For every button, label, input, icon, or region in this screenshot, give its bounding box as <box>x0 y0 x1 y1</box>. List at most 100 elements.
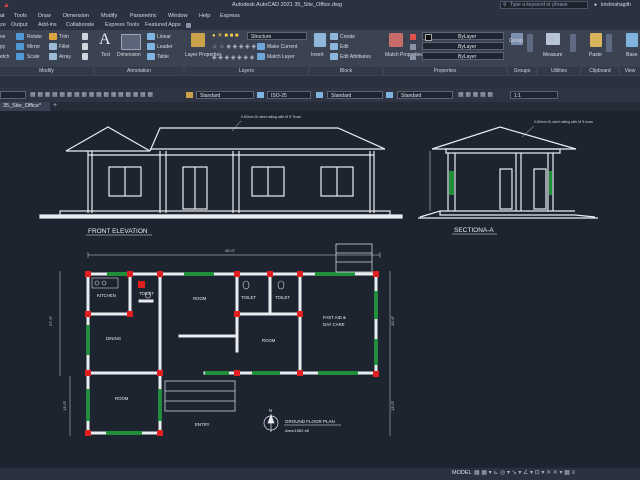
color-dropdown[interactable]: ByLayer <box>422 32 504 41</box>
dimension-icon[interactable] <box>121 34 141 50</box>
groups-panel-title[interactable]: Groups <box>508 67 536 75</box>
rotate-button[interactable]: Rotate <box>27 34 42 40</box>
dimension-button[interactable]: Dimension <box>117 52 141 58</box>
view-panel-title[interactable]: View <box>620 67 640 75</box>
layers-panel-title[interactable]: Layers <box>185 67 308 75</box>
copy-label[interactable]: py <box>0 44 5 50</box>
clipboard-panel-title[interactable]: Clipboard <box>582 67 618 75</box>
linear-button[interactable]: Linear <box>157 34 171 40</box>
file-tab[interactable]: 35_Site_Office* <box>0 102 50 111</box>
table-style-icon[interactable] <box>316 92 323 98</box>
workspace-dropdown[interactable] <box>0 91 26 99</box>
offset-icon[interactable] <box>82 53 88 60</box>
menu-parametric[interactable]: Parametric <box>130 13 157 19</box>
layer-tool-icons[interactable]: ☼ ☼ ◈ ◈ ◈ ◈ ◈ <box>212 43 256 50</box>
layer-properties-icon[interactable] <box>191 33 205 47</box>
utilities-panel-title[interactable]: Utilities <box>538 67 580 75</box>
clipboard-tools-icon[interactable] <box>606 34 612 52</box>
toolbar-icons-2[interactable]: ▦ ▦ ▦ ▦ ▦ <box>458 91 493 98</box>
layer-state-icons[interactable]: ● ☀ ■ ■ ■ <box>212 32 239 39</box>
lineweight-icon[interactable] <box>410 44 416 50</box>
layer-tool-icons-2[interactable]: ◈ ◈ ◈ ◈ ◈ ◈ ◈ <box>212 54 254 61</box>
model-space-toggle[interactable]: MODEL <box>452 470 472 476</box>
dim-style-dropdown[interactable]: ISO-25 <box>267 91 311 99</box>
drawing-canvas[interactable]: FRONT ELEVATION 0.60mm Dr steel railing … <box>0 111 640 468</box>
linetype-icon[interactable] <box>410 54 416 60</box>
new-tab-icon[interactable]: + <box>53 102 57 109</box>
layer-dropdown[interactable]: Structure <box>247 32 307 40</box>
fillet-icon[interactable] <box>49 43 57 50</box>
fillet-button[interactable]: Fillet <box>59 44 70 50</box>
modify-panel-title[interactable]: Modify <box>0 67 93 75</box>
multileader-style-dropdown[interactable]: Standard <box>397 91 453 99</box>
text-style-dropdown[interactable]: Standard <box>196 91 254 99</box>
measure-button[interactable]: Measure <box>543 52 562 58</box>
group-tools-icon[interactable] <box>527 34 533 52</box>
multileader-style-icon[interactable] <box>386 92 393 98</box>
create-button[interactable]: Create <box>340 34 355 40</box>
color-swatch-icon[interactable] <box>410 34 416 40</box>
mirror-icon[interactable] <box>16 43 24 50</box>
scale-dropdown[interactable]: 1:1 <box>510 91 558 99</box>
paste-button[interactable]: Paste <box>589 52 602 58</box>
edit-attributes-button[interactable]: Edit Attributes <box>340 54 371 60</box>
erase-icon[interactable] <box>82 33 88 40</box>
tab-express-tools[interactable]: Express Tools <box>105 22 139 28</box>
table-style-dropdown[interactable]: Standard <box>327 91 383 99</box>
insert-button[interactable]: Insert <box>311 52 324 58</box>
user-icon[interactable]: ● <box>594 2 597 8</box>
linetype-dropdown[interactable]: ByLayer <box>422 52 504 60</box>
make-current-button[interactable]: Make Current <box>267 44 297 50</box>
array-button[interactable]: Array <box>59 54 71 60</box>
menu-draw[interactable]: Draw <box>38 13 51 19</box>
edit-button[interactable]: Edit <box>340 44 349 50</box>
tab-add-ins[interactable]: Add-ins <box>38 22 57 28</box>
lineweight-dropdown[interactable]: ByLayer <box>422 42 504 50</box>
status-tool-icons[interactable]: ▦ ▦ ▾ ⊾ ◎ ▾ ↘ ▾ ∠ ▾ ⊡ ▾ ✕ ✕ ▾ ▦ ≡ <box>474 469 575 476</box>
menu-window[interactable]: Window <box>168 13 188 19</box>
edit-icon[interactable] <box>330 43 338 50</box>
linear-icon[interactable] <box>147 33 155 40</box>
measure-icon[interactable] <box>546 33 560 45</box>
base-view-icon[interactable] <box>626 33 638 47</box>
mirror-button[interactable]: Mirror <box>27 44 40 50</box>
explode-icon[interactable] <box>82 43 88 50</box>
dim-style-icon[interactable] <box>257 92 264 98</box>
menu-modify[interactable]: Modify <box>101 13 117 19</box>
menu-express[interactable]: Express <box>220 13 240 19</box>
base-button[interactable]: Base <box>626 52 637 58</box>
table-icon[interactable] <box>147 53 155 60</box>
scale-icon[interactable] <box>16 53 24 60</box>
make-current-icon[interactable] <box>257 43 265 50</box>
move-label[interactable]: ve <box>0 34 5 40</box>
menu-help[interactable]: Help <box>199 13 210 19</box>
group-button[interactable]: Group <box>509 38 523 44</box>
text-icon[interactable]: A <box>99 31 111 49</box>
create-icon[interactable] <box>330 33 338 40</box>
text-button[interactable]: Text <box>101 52 110 58</box>
utility-tools-icon[interactable] <box>570 34 576 52</box>
stretch-label[interactable]: etch <box>0 54 9 60</box>
edit-attributes-icon[interactable] <box>330 53 338 60</box>
leader-button[interactable]: Leader <box>157 44 173 50</box>
menu-format[interactable]: at <box>0 13 5 19</box>
rotate-icon[interactable] <box>16 33 24 40</box>
paste-icon[interactable] <box>590 33 602 47</box>
leader-icon[interactable] <box>147 43 155 50</box>
match-properties-button[interactable]: Match Properties <box>385 52 423 58</box>
match-layer-icon[interactable] <box>257 53 265 60</box>
user-name[interactable]: krishnahagith <box>601 2 631 8</box>
toolbar-icons-1[interactable]: ▦ ▦ ▦ ▦ ▦ ▦ ▦ ▦ ▦ ▦ ▦ ▦ ▦ ▦ ▦ ▦ ▦ <box>30 91 153 98</box>
menu-dimension[interactable]: Dimension <box>63 13 89 19</box>
app-logo-icon[interactable]: ▲ <box>3 2 10 9</box>
tab-output[interactable]: Output <box>11 22 28 28</box>
table-button[interactable]: Table <box>157 54 169 60</box>
trim-icon[interactable] <box>49 33 57 40</box>
scale-button[interactable]: Scale <box>27 54 40 60</box>
match-layer-button[interactable]: Match Layer <box>267 54 295 60</box>
menu-tools[interactable]: Tools <box>14 13 27 19</box>
text-style-icon[interactable] <box>186 92 193 98</box>
properties-panel-title[interactable]: Properties <box>384 67 506 75</box>
tab-visualize[interactable]: ze <box>0 22 6 28</box>
match-properties-icon[interactable] <box>389 33 403 47</box>
